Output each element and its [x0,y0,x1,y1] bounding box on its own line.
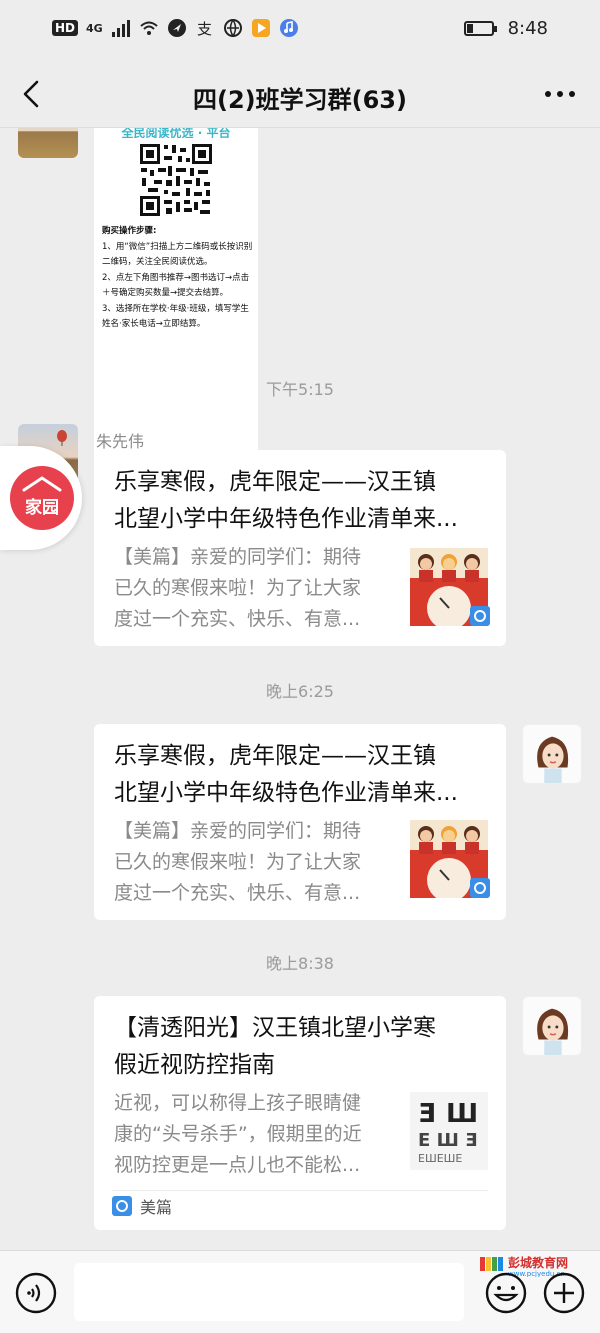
signal-icon [111,20,130,37]
my-avatar[interactable] [522,724,582,784]
girl-avatar-illustration [537,736,569,783]
card-title-line: 假近视防控指南 [114,1052,275,1078]
status-left-icons: HD 4G 支 [52,18,299,38]
card-desc-line: 已久的寒假来啦！为了让大家 [114,851,362,873]
voice-input-icon[interactable] [14,1271,58,1315]
card-title-line: 【清透阳光】汉王镇北望小学寒 [114,1015,436,1041]
timestamp: 晚上6:25 [266,682,334,701]
card-desc-line: 近视，可以称得上孩子眼睛健 [114,1092,362,1114]
svg-text:Ш: Ш [446,1099,478,1129]
qr-banner: 全民阅读优选 · 平台 [121,128,231,138]
clock: 8:48 [507,18,548,39]
status-bar: HD 4G 支 8:48 [0,0,600,60]
card-title-line: 北望小学中年级特色作业清单来... [114,506,458,532]
jiayuan-label: 家园 [25,498,59,518]
svg-text:支: 支 [197,20,212,38]
card-title: 乐享寒假，虎年限定——汉王镇 北望小学中年级特色作业清单来... [114,738,486,812]
meipian-logo-icon [470,878,490,898]
meipian-logo-icon [470,606,490,626]
music-app-icon [279,19,298,37]
article-card[interactable]: 【清透阳光】汉王镇北望小学寒 假近视防控指南 近视，可以称得上孩子眼睛健 康的“… [94,996,506,1230]
chat-title: 四(2)班学习群(63) [193,86,407,114]
message-list[interactable]: 全民阅读优选 · 平台 购买操作步骤: 1、用“微信”扫描上方二维码或长按识别二… [0,128,600,1250]
card-description: 【美篇】亲爱的同学们：期待 已久的寒假来啦！为了让大家 度过一个充实、快乐、有意… [114,542,394,635]
wifi-icon [140,21,158,35]
step-2: 2、点左下角图书推荐→图书选订→点击＋号确定购买数量→提交去结算。 [102,272,250,299]
hd-indicator: HD [52,20,79,36]
card-desc-line: 【美篇】亲爱的同学们：期待 [114,546,362,568]
status-right: 8:48 [463,18,548,39]
card-desc-line: 已久的寒假来啦！为了让大家 [114,577,362,599]
card-desc-line: 康的“头号杀手”，假期里的近 [114,1123,362,1145]
card-desc-line: 【美篇】亲爱的同学们：期待 [114,820,362,842]
card-desc-line: 度过一个充实、快乐、有意... [114,882,361,904]
more-functions-plus-icon[interactable] [542,1271,586,1315]
card-description: 近视，可以称得上孩子眼睛健 康的“头号杀手”，假期里的近 视防控更是一点儿也不能… [114,1088,394,1181]
image-message[interactable]: 全民阅读优选 · 平台 购买操作步骤: 1、用“微信”扫描上方二维码或长按识别二… [94,128,258,474]
card-source: 美篇 [112,1194,172,1218]
card-title-line: 乐享寒假，虎年限定——汉王镇 [114,469,436,495]
card-title-line: 乐享寒假，虎年限定——汉王镇 [114,743,436,769]
sender-name: 朱先伟 [96,432,145,451]
emoji-icon[interactable] [484,1271,528,1315]
meipian-logo-icon [112,1196,132,1216]
message-input[interactable] [74,1263,464,1321]
alipay-icon: 支 [197,20,212,38]
svg-text:Ǝ: Ǝ [418,1099,436,1129]
network-type: 4G [86,21,103,35]
step-3: 3、选择所在学校·年级·班级，填写学生姓名·家长电话→立即结算。 [102,303,249,330]
purchase-steps: 购买操作步骤: 1、用“微信”扫描上方二维码或长按识别二维码，关注全民阅读优选。… [102,224,254,333]
card-description: 【美篇】亲爱的同学们：期待 已久的寒假来啦！为了让大家 度过一个充实、快乐、有意… [114,816,394,909]
jiayuan-badge: 家园 [10,466,74,530]
timestamp: 下午5:15 [266,380,334,399]
step-1: 1、用“微信”扫描上方二维码或长按识别二维码，关注全民阅读优选。 [102,241,253,268]
article-card[interactable]: 乐享寒假，虎年限定——汉王镇 北望小学中年级特色作业清单来... 【美篇】亲爱的… [94,450,506,646]
card-desc-line: 度过一个充实、快乐、有意... [114,608,361,630]
card-desc-line: 视防控更是一点儿也不能松... [114,1154,361,1176]
chat-header: 四(2)班学习群(63) [0,60,600,128]
my-avatar[interactable] [522,996,582,1056]
card-divider [112,1190,488,1191]
eye-chart-thumbnail: Ǝ Ш E Ш Ǝ ЕШЕШЕ [410,1092,488,1170]
qr-code-image [138,142,214,218]
card-title: 乐享寒假，虎年限定——汉王镇 北望小学中年级特色作业清单来... [114,464,486,538]
timestamp: 晚上8:38 [266,954,334,973]
avatar[interactable] [18,128,78,158]
input-bar: 彭城教育网 www.pcjyedu.cn [0,1250,600,1333]
more-options-icon[interactable] [542,80,578,108]
battery-icon [463,21,497,36]
card-title: 【清透阳光】汉王镇北望小学寒 假近视防控指南 [114,1010,486,1084]
svg-text:ЕШЕШЕ: ЕШЕШЕ [418,1152,462,1165]
location-icon [167,19,186,37]
girl-avatar-illustration [537,1008,569,1055]
svg-text:E Ш Ǝ: E Ш Ǝ [418,1130,477,1151]
steps-title: 购买操作步骤: [102,226,157,236]
video-app-icon [251,19,270,37]
browser-icon [223,19,242,38]
card-source-label: 美篇 [140,1198,173,1217]
article-card[interactable]: 乐享寒假，虎年限定——汉王镇 北望小学中年级特色作业清单来... 【美篇】亲爱的… [94,724,506,920]
card-title-line: 北望小学中年级特色作业清单来... [114,780,458,806]
svg-text:彭城教育网: 彭城教育网 [508,1255,568,1270]
